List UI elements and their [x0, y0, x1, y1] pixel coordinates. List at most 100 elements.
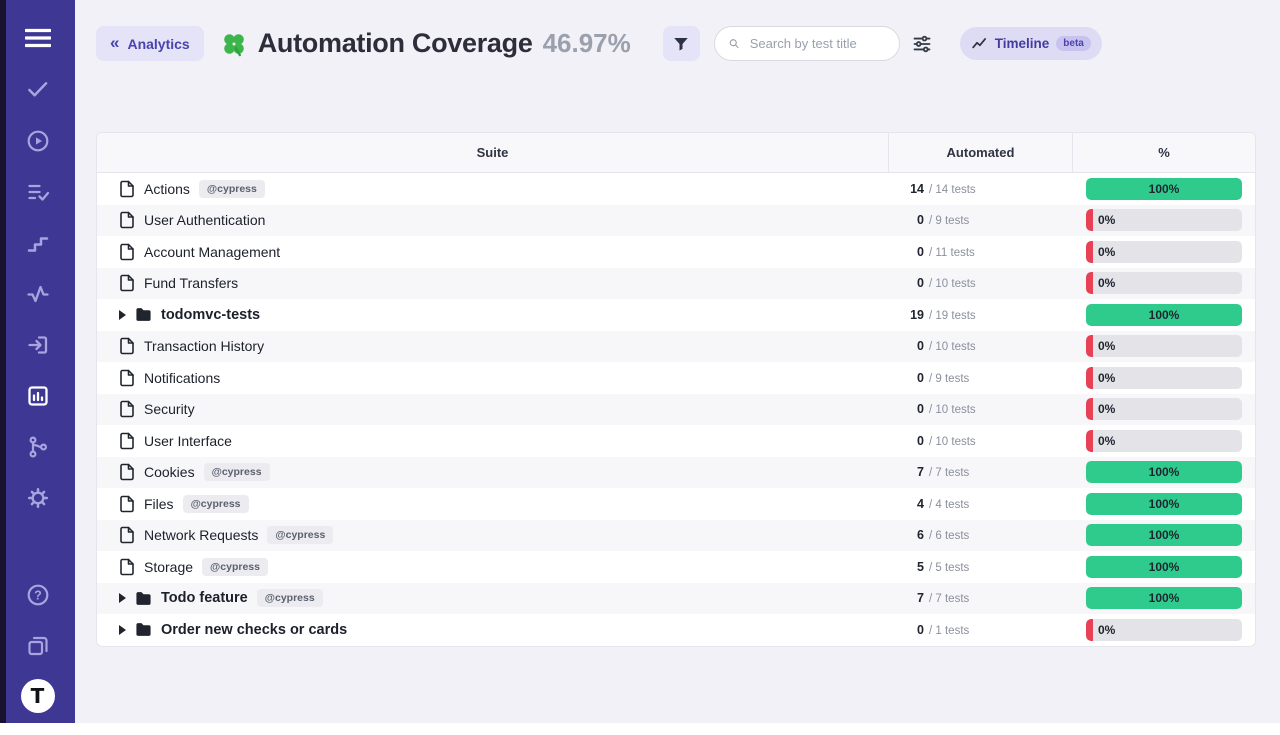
timeline-button[interactable]: Timeline beta: [960, 27, 1102, 60]
percent-label: 100%: [1086, 528, 1242, 542]
percent-bar-fill: [1086, 241, 1093, 263]
suite-name: Network Requests: [144, 527, 258, 543]
back-analytics-button[interactable]: « Analytics: [96, 26, 204, 61]
percent-cell: 0%: [1073, 398, 1255, 420]
git-branch-icon[interactable]: [0, 421, 75, 472]
gear-icon[interactable]: [0, 472, 75, 523]
suite-tag: @cypress: [202, 558, 268, 576]
caret-right-icon[interactable]: [119, 593, 126, 603]
caret-right-icon[interactable]: [119, 310, 126, 320]
table-row[interactable]: Todo feature @cypress 7 / 7 tests 100%: [97, 583, 1255, 615]
play-circle-icon[interactable]: [0, 115, 75, 166]
percent-bar-fill: [1086, 619, 1093, 641]
automated-total: / 5 tests: [929, 562, 969, 574]
file-icon: [119, 463, 135, 481]
automated-cell: 6 / 6 tests: [888, 528, 1073, 542]
suite-cell: User Authentication: [97, 211, 888, 229]
sidebar: ? T: [0, 0, 75, 723]
filter-button[interactable]: [663, 26, 700, 61]
suite-name: User Authentication: [144, 212, 265, 228]
percent-bar: 100%: [1086, 556, 1242, 578]
file-icon: [119, 274, 135, 292]
table-row[interactable]: User Authentication 0 / 9 tests 0%: [97, 205, 1255, 237]
activity-icon[interactable]: [0, 268, 75, 319]
automated-total: / 10 tests: [929, 278, 976, 290]
app-logo[interactable]: T: [21, 679, 55, 713]
timeline-label: Timeline: [995, 36, 1050, 51]
search-box: [714, 26, 900, 61]
suite-cell: Notifications: [97, 369, 888, 387]
trend-line-icon: [971, 35, 988, 52]
percent-label: 100%: [1086, 591, 1242, 605]
list-check-icon[interactable]: [0, 166, 75, 217]
table-row[interactable]: Security 0 / 10 tests 0%: [97, 394, 1255, 426]
bar-chart-icon[interactable]: [0, 370, 75, 421]
percent-label: 0%: [1098, 402, 1115, 416]
percent-label: 0%: [1098, 213, 1115, 227]
percent-cell: 0%: [1073, 209, 1255, 231]
column-header-automated: Automated: [888, 133, 1073, 172]
percent-bar: 0%: [1086, 241, 1242, 263]
percent-cell: 100%: [1073, 304, 1255, 326]
suite-cell: Cookies @cypress: [97, 463, 888, 481]
table-row[interactable]: Fund Transfers 0 / 10 tests 0%: [97, 268, 1255, 300]
percent-bar: 0%: [1086, 619, 1242, 641]
hamburger-menu-icon[interactable]: [25, 28, 51, 48]
suite-tag: @cypress: [183, 495, 249, 513]
check-icon[interactable]: [0, 64, 75, 115]
automated-total: / 11 tests: [929, 247, 975, 259]
automated-count: 5: [906, 560, 924, 574]
percent-bar: 0%: [1086, 335, 1242, 357]
suite-name: Cookies: [144, 464, 195, 480]
percent-bar-fill: [1086, 272, 1093, 294]
folders-icon[interactable]: [0, 620, 75, 671]
automated-cell: 0 / 1 tests: [888, 623, 1073, 637]
table-row[interactable]: Transaction History 0 / 10 tests 0%: [97, 331, 1255, 363]
search-input[interactable]: [748, 35, 886, 52]
percent-label: 0%: [1098, 339, 1115, 353]
table-row[interactable]: Storage @cypress 5 / 5 tests 100%: [97, 551, 1255, 583]
suite-name: Order new checks or cards: [161, 622, 347, 638]
table-row[interactable]: todomvc-tests 19 / 19 tests 100%: [97, 299, 1255, 331]
automated-total: / 7 tests: [929, 467, 969, 479]
beta-badge: beta: [1056, 36, 1091, 51]
sign-in-icon[interactable]: [0, 319, 75, 370]
percent-bar: 100%: [1086, 587, 1242, 609]
table-row[interactable]: User Interface 0 / 10 tests 0%: [97, 425, 1255, 457]
folder-icon: [135, 622, 152, 637]
percent-label: 0%: [1098, 434, 1115, 448]
help-icon[interactable]: ?: [0, 569, 75, 620]
suite-tag: @cypress: [204, 463, 270, 481]
suite-name: Todo feature: [161, 590, 248, 606]
automated-cell: 0 / 10 tests: [888, 339, 1073, 353]
file-icon: [119, 495, 135, 513]
table-row[interactable]: Order new checks or cards 0 / 1 tests 0%: [97, 614, 1255, 646]
table-row[interactable]: Notifications 0 / 9 tests 0%: [97, 362, 1255, 394]
column-header-suite: Suite: [97, 133, 888, 172]
adjustments-button[interactable]: [912, 34, 932, 54]
caret-right-icon[interactable]: [119, 625, 126, 635]
file-icon: [119, 211, 135, 229]
suite-cell: Transaction History: [97, 337, 888, 355]
percent-label: 0%: [1098, 371, 1115, 385]
table-row[interactable]: Cookies @cypress 7 / 7 tests 100%: [97, 457, 1255, 489]
suite-cell: Security: [97, 400, 888, 418]
table-row[interactable]: Actions @cypress 14 / 14 tests 100%: [97, 173, 1255, 205]
suite-cell: Fund Transfers: [97, 274, 888, 292]
automated-cell: 0 / 9 tests: [888, 371, 1073, 385]
table-row[interactable]: Account Management 0 / 11 tests 0%: [97, 236, 1255, 268]
percent-cell: 0%: [1073, 241, 1255, 263]
automated-cell: 0 / 10 tests: [888, 276, 1073, 290]
suite-name: Actions: [144, 181, 190, 197]
steps-icon[interactable]: [0, 217, 75, 268]
sidebar-bottom: ? T: [0, 569, 75, 723]
percent-label: 100%: [1086, 560, 1242, 574]
percent-bar: 0%: [1086, 272, 1242, 294]
table-row[interactable]: Files @cypress 4 / 4 tests 100%: [97, 488, 1255, 520]
percent-label: 0%: [1098, 623, 1115, 637]
automated-total: / 6 tests: [929, 530, 969, 542]
file-icon: [119, 558, 135, 576]
back-button-label: Analytics: [127, 36, 189, 52]
suite-cell: Network Requests @cypress: [97, 526, 888, 544]
table-row[interactable]: Network Requests @cypress 6 / 6 tests 10…: [97, 520, 1255, 552]
